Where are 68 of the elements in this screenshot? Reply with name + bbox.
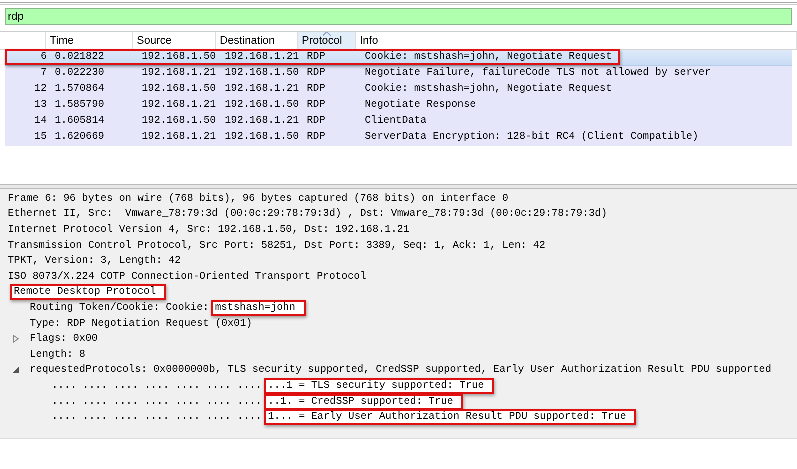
table-cell-text: 6 [40, 51, 48, 63]
tree-item-text[interactable]: Internet Protocol Version 4, Src: 192.168.1.50, Dst: 192.168.1.21 [8, 224, 410, 236]
tree-item-text[interactable]: Frame 6: 96 bytes on wire (768 bits), 96 bytes captured (768 bits) on interface 0 [8, 192, 509, 205]
tree-item-text[interactable]: .... .... .... .... .... .... .... [52, 396, 262, 408]
table-cell-text: 0.022230 [54, 67, 106, 79]
table-cell-text: 1.605814 [54, 115, 106, 127]
tree-item-text[interactable]: ISO 8073/X.224 COTP Connection-Oriented Transport Protocol [8, 270, 366, 283]
tree-item-text[interactable]: Transmission Control Protocol, Src Port: 58251, Dst Port: 3389, Seq: 1, Ack: 1, Len: 42 [8, 240, 546, 252]
table-cell-text: 7 [40, 67, 48, 79]
table-cell-text: 1.585790 [54, 99, 106, 111]
column-header[interactable]: Info [356, 32, 797, 49]
table-cell-text: 192.168.1.50 [141, 51, 218, 63]
table-cell-text: 192.168.1.50 [141, 115, 218, 127]
table-cell-text: 192.168.1.50 [141, 83, 218, 95]
column-header[interactable]: Time [46, 32, 133, 49]
table-cell-text: 192.168.1.21 [141, 67, 218, 79]
column-header[interactable]: Protocol [298, 32, 356, 49]
tree-item-text[interactable]: TPKT, Version: 3, Length: 42 [8, 255, 182, 268]
table-cell-text: 1.570864 [54, 83, 106, 95]
table-cell-text: 192.168.1.50 [224, 131, 300, 143]
tree-item-text[interactable]: Flags: 0x00 [30, 333, 98, 346]
table-cell-text: RDP [306, 99, 327, 111]
highlighted-text: ...1 = TLS security supported: True [264, 378, 494, 394]
packet-row[interactable]: 14 1.605814 192.168.1.50 192.168.1.21 RDP ClientData [5, 114, 792, 130]
table-cell-text: ClientData [364, 115, 428, 127]
table-cell-text: 15 [34, 131, 48, 143]
display-filter-field[interactable]: rdp [5, 8, 792, 25]
table-cell-text: RDP [306, 131, 327, 143]
table-cell-text: 192.168.1.50 [224, 67, 300, 79]
table-cell-text: RDP [306, 83, 327, 95]
tree-item-text[interactable]: .... .... .... .... .... .... .... [52, 380, 262, 392]
collapsed-triangle-icon[interactable] [12, 335, 20, 344]
table-cell-text: 0.021822 [54, 51, 106, 63]
table-cell-text: 192.168.1.21 [141, 99, 218, 111]
table-cell-text: 192.168.1.21 [224, 51, 300, 63]
expanded-triangle-icon[interactable] [12, 366, 20, 374]
tree-item-text[interactable]: requestedProtocols: 0x0000000b, TLS security supported, CredSSP supported, Early User Authorization Result PDU supported [30, 364, 772, 376]
tree-item-text[interactable]: Type: RDP Negotiation Request (0x01) [30, 318, 252, 330]
tree-item-text[interactable]: Routing Token/Cookie: Cookie: [30, 302, 210, 314]
tree-item-text[interactable]: Ethernet II, Src: Vmware_78:79:3d (00:0c:29:78:79:3d) , Dst: Vmware_78:79:3d (00:0c:29:78:79:3d) [8, 208, 608, 220]
table-cell-text: 192.168.1.21 [224, 83, 300, 95]
highlighted-text: 1... = Early User Authorization Result PDU supported: True [264, 409, 636, 426]
column-header[interactable]: Source [133, 32, 216, 49]
highlighted-text: ..1. = CredSSP supported: True [264, 394, 464, 410]
table-cell-text: 13 [34, 99, 48, 111]
table-cell-text: RDP [306, 51, 327, 63]
table-cell-text: 14 [34, 115, 48, 127]
packet-row[interactable]: 6 0.021822 192.168.1.50 192.168.1.21 RDP Cookie: mstshash=john, Negotiate Request [5, 50, 792, 66]
table-cell-text: 192.168.1.21 [224, 115, 300, 127]
table-cell-text: Negotiate Response [364, 99, 478, 111]
packet-row[interactable]: 12 1.570864 192.168.1.50 192.168.1.21 RDP Cookie: mstshash=john, Negotiate Request [5, 82, 792, 98]
table-cell-text: Cookie: mstshash=john, Negotiate Request [364, 83, 614, 95]
table-cell-text: 192.168.1.50 [224, 99, 300, 111]
packet-row[interactable]: 15 1.620669 192.168.1.21 192.168.1.50 RDP ServerData Encryption: 128-bit RC4 (Client Compatible) [5, 130, 792, 146]
table-cell-text: Negotiate Failure, failureCode TLS not allowed by server [364, 67, 712, 79]
table-cell-text: Cookie: mstshash=john, Negotiate Request [364, 51, 614, 63]
highlighted-text: Remote Desktop Protocol [10, 284, 166, 300]
packet-row[interactable]: 7 0.022230 192.168.1.21 192.168.1.50 RDP Negotiate Failure, failureCode TLS not allowed by server [5, 66, 792, 82]
table-cell-text: RDP [306, 115, 327, 127]
table-cell-text: RDP [306, 67, 327, 79]
table-cell-text: ServerData Encryption: 128-bit RC4 (Client Compatible) [364, 131, 700, 143]
packet-row[interactable]: 13 1.585790 192.168.1.21 192.168.1.50 RDP Negotiate Response [5, 98, 792, 114]
table-cell-text: 12 [34, 83, 48, 95]
highlighted-text: mstshash=john [211, 300, 306, 316]
table-cell-text: 192.168.1.21 [141, 131, 218, 143]
tree-item-text[interactable]: Length: 8 [30, 348, 86, 361]
tree-item-text[interactable]: .... .... .... .... .... .... .... [52, 411, 262, 424]
table-cell-text: 1.620669 [54, 131, 106, 143]
